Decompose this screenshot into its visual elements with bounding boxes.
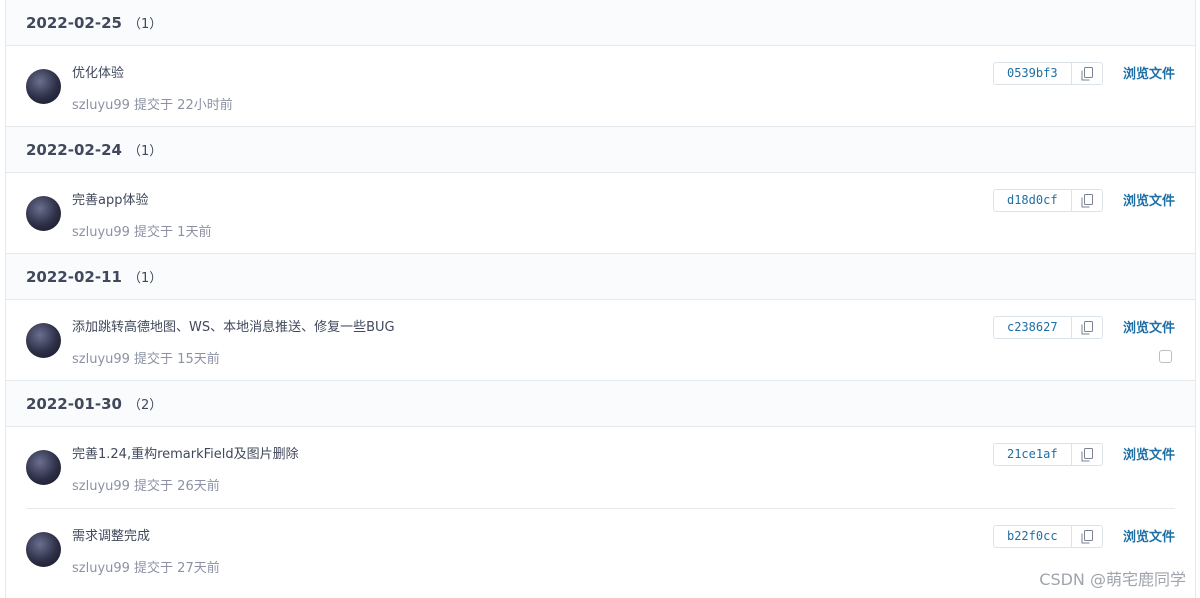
avatar[interactable] [26,532,61,567]
commit-row: 优化体验 szluyu99 提交于 22小时前 0539bf3 浏览文件 [6,46,1195,127]
group-date: 2022-01-30 [26,394,122,413]
commit-sha-box: 21ce1af [993,443,1103,466]
commit-row: 完善1.24,重构remarkField及图片删除 szluyu99 提交于 2… [6,427,1195,508]
copy-icon[interactable] [1072,526,1102,547]
date-group-header: 2022-01-30 （2） [6,381,1195,427]
commit-meta: szluyu99 提交于 26天前 [72,479,220,494]
browse-files-link[interactable]: 浏览文件 [1123,317,1175,336]
date-group-header: 2022-02-11 （1） [6,254,1195,300]
commit-sha[interactable]: 21ce1af [994,444,1072,465]
group-commit-count: （1） [127,144,163,159]
browse-files-link[interactable]: 浏览文件 [1123,63,1175,82]
copy-icon[interactable] [1072,63,1102,84]
group-date: 2022-02-24 [26,140,122,159]
copy-icon[interactable] [1072,190,1102,211]
commit-row: 添加跳转高德地图、WS、本地消息推送、修复一些BUG szluyu99 提交于 … [6,300,1195,381]
avatar[interactable] [26,450,61,485]
commit-row: 需求调整完成 szluyu99 提交于 27天前 b22f0cc 浏览文件 [26,509,1175,590]
commit-title[interactable]: 需求调整完成 [72,525,150,544]
commit-title[interactable]: 优化体验 [72,62,124,81]
group-date: 2022-02-11 [26,267,122,286]
group-commit-count: （1） [127,271,163,286]
copy-icon[interactable] [1072,317,1102,338]
watermark: CSDN @萌宅鹿同学 [1039,570,1186,589]
commit-sha[interactable]: b22f0cc [994,526,1072,547]
checkbox-icon[interactable] [1159,350,1172,363]
commit-list: 2022-02-25 （1） 优化体验 szluyu99 提交于 22小时前 05… [5,0,1196,598]
commit-meta: szluyu99 提交于 15天前 [72,352,220,367]
group-date: 2022-02-25 [26,13,122,32]
commit-sha[interactable]: c238627 [994,317,1072,338]
commit-sha-box: 0539bf3 [993,62,1103,85]
browse-files-link[interactable]: 浏览文件 [1123,526,1175,545]
copy-icon[interactable] [1072,444,1102,465]
browse-files-link[interactable]: 浏览文件 [1123,444,1175,463]
commit-sha-box: c238627 [993,316,1103,339]
date-group-header: 2022-02-25 （1） [6,0,1195,46]
avatar[interactable] [26,196,61,231]
commit-title[interactable]: 完善1.24,重构remarkField及图片删除 [72,443,299,462]
avatar[interactable] [26,69,61,104]
commit-sha[interactable]: 0539bf3 [994,63,1072,84]
commit-meta: szluyu99 提交于 22小时前 [72,98,233,113]
commit-sha-box: d18d0cf [993,189,1103,212]
commit-row: 完善app体验 szluyu99 提交于 1天前 d18d0cf 浏览文件 [6,173,1195,254]
commit-sha-box: b22f0cc [993,525,1103,548]
group-commit-count: （1） [127,17,163,32]
commit-title[interactable]: 添加跳转高德地图、WS、本地消息推送、修复一些BUG [72,316,395,335]
browse-files-link[interactable]: 浏览文件 [1123,190,1175,209]
commit-meta: szluyu99 提交于 1天前 [72,225,212,240]
commit-sha[interactable]: d18d0cf [994,190,1072,211]
avatar[interactable] [26,323,61,358]
commit-meta: szluyu99 提交于 27天前 [72,561,220,576]
commit-title[interactable]: 完善app体验 [72,189,148,208]
group-commit-count: （2） [127,398,163,413]
date-group-header: 2022-02-24 （1） [6,127,1195,173]
